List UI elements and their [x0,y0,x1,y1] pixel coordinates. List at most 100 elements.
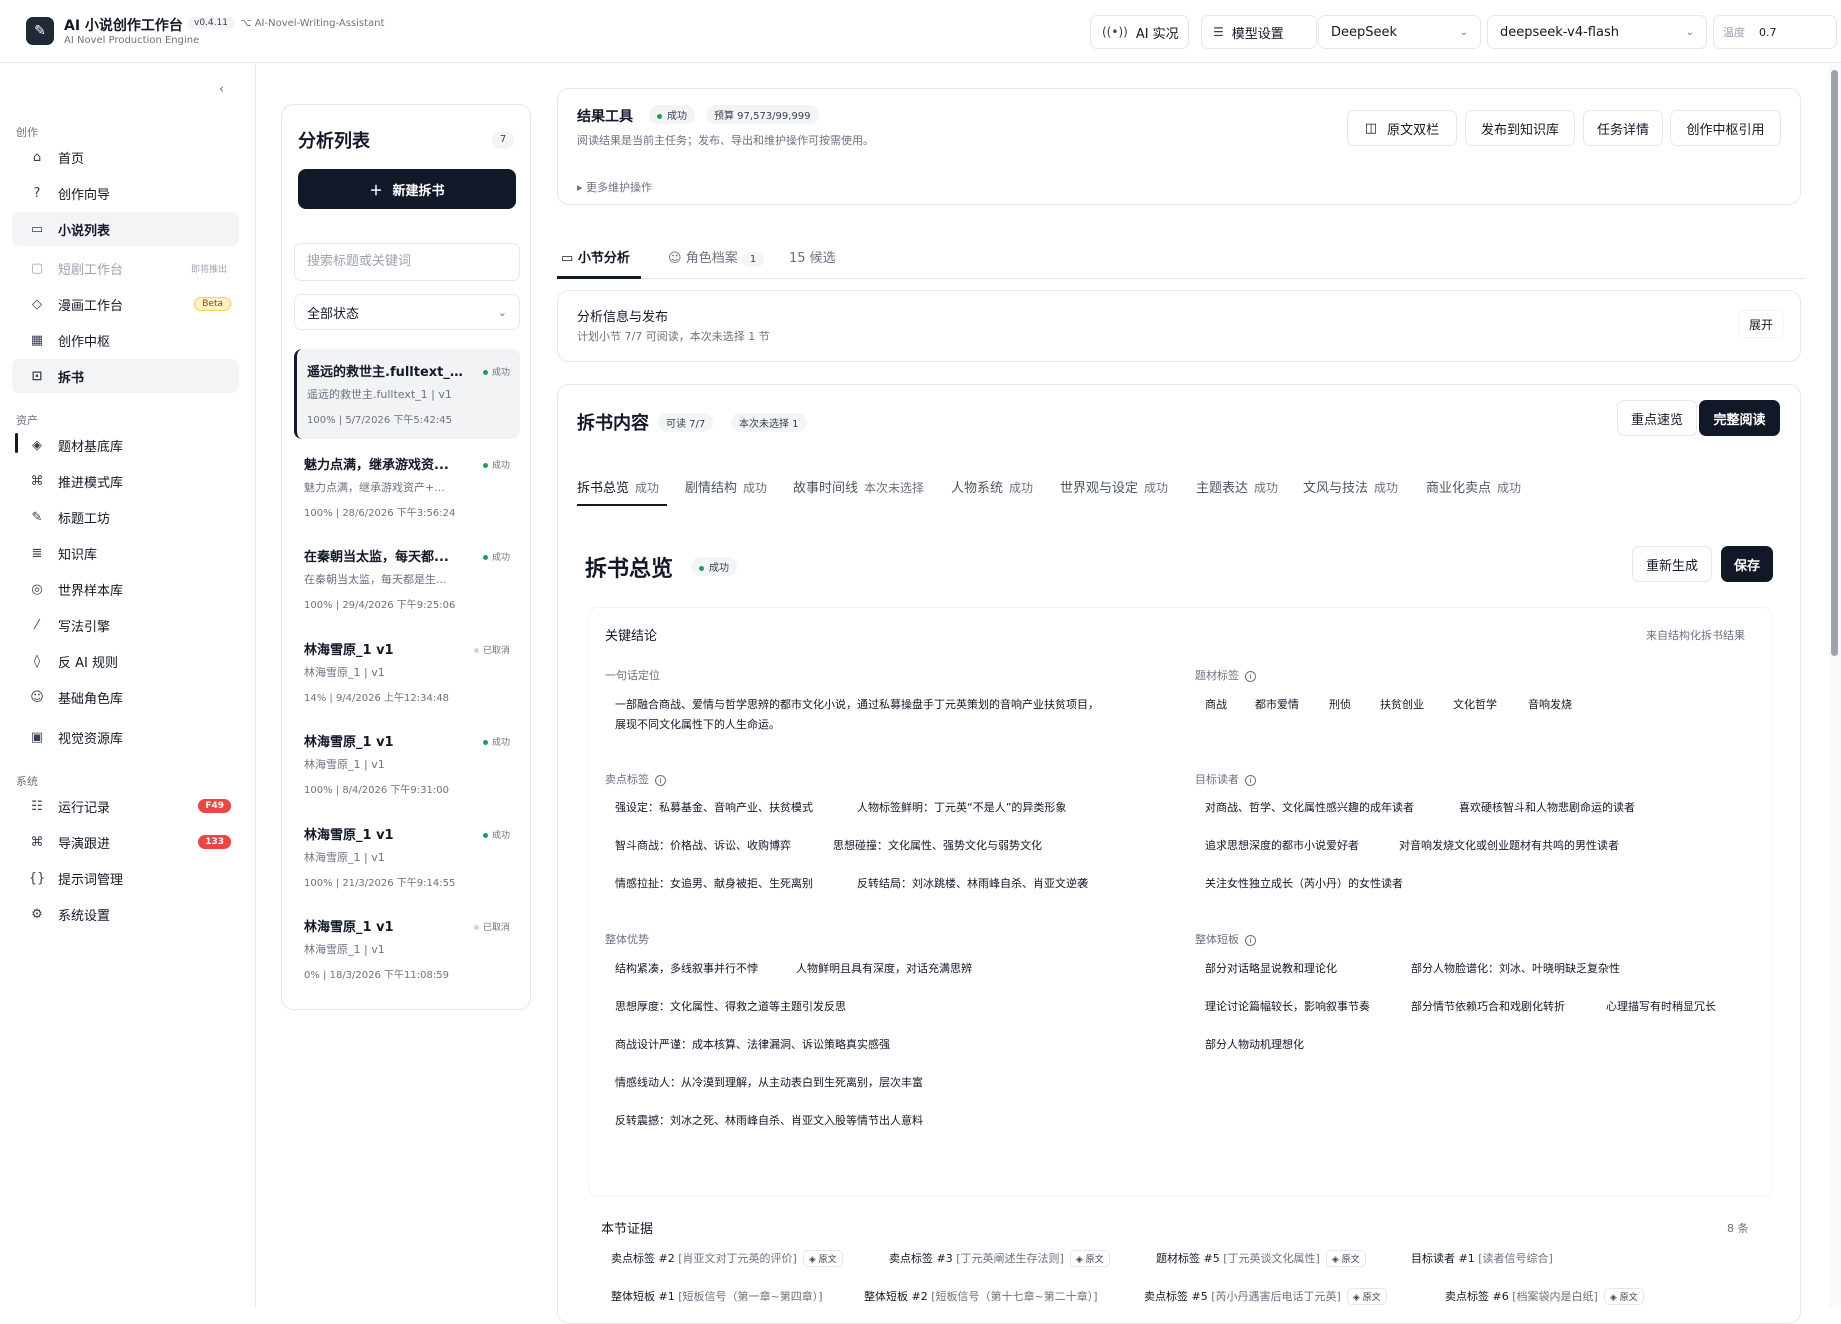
evidence-item[interactable]: 整体短板 #1 [短板信号（第一章~第四章）] [611,1288,823,1304]
list-item[interactable]: 遥远的救世主.fulltext_1... 成功 遥远的救世主.fulltext_… [294,349,520,439]
task-details-button[interactable]: 任务详情 [1583,110,1663,146]
tab-section-analysis[interactable]: ▭ 小节分析 [561,247,630,266]
scrollbar-thumb[interactable] [1831,70,1838,656]
evidence-item[interactable]: 目标读者 #1 [读者信号综合] [1411,1250,1553,1266]
sidebar-item-title-workshop[interactable]: ✎ 标题工坊 [12,500,239,534]
info-icon[interactable]: i [1245,934,1256,946]
list-item[interactable]: 林海雪原_1 v1 成功 林海雪原_1 | v1 100% | 8/4/2026… [294,719,520,809]
sidebar-item-world-samples[interactable]: ◎ 世界样本库 [12,572,239,606]
info-icon[interactable]: i [1245,670,1256,682]
genre-tag: 音响发烧 [1528,698,1572,711]
sidebar-item-book-analysis[interactable]: ⊡ 拆书 [12,359,239,393]
evidence-count: 8 条 [1727,1222,1749,1235]
evidence-item[interactable]: 卖点标签 #5 [芮小丹遇害后电话丁元英] ◈ 原文 [1144,1288,1387,1305]
sidebar-item-run-logs[interactable]: ☷ 运行记录 F49 [12,789,239,823]
evidence-item[interactable]: 整体短板 #2 [短板信号（第十七章~第二十章）] [864,1288,1098,1304]
evidence-item[interactable]: 卖点标签 #3 [丁元英阐述生存法则] ◈ 原文 [889,1250,1110,1267]
regenerate-button[interactable]: 重新生成 [1632,546,1712,582]
sidebar-item-label: 标题工坊 [58,511,111,527]
evidence-item[interactable]: 卖点标签 #2 [肖亚文对丁元英的评价] ◈ 原文 [611,1250,843,1267]
analysis-list-title: 分析列表 [298,131,370,152]
model-settings-button[interactable]: ☰ 模型设置 [1201,15,1317,49]
plus-icon: ＋ [369,183,383,199]
weakness-tag: 心理描写有时稍显冗长 [1606,1000,1716,1013]
sidebar-item-comic[interactable]: ◇ 漫画工作台 Beta [12,287,239,321]
sidebar-item-novel-list[interactable]: ▭ 小说列表 [12,212,239,246]
status-badge: 已取消 [473,643,510,656]
list-item[interactable]: 林海雪原_1 v1 已取消 林海雪原_1 | v1 0% | 18/3/2026… [294,904,520,994]
monitor-play-icon: ▢ [30,260,44,276]
sidebar-item-home[interactable]: ⌂ 首页 [12,140,239,174]
budget-badge: 预算 97,573/99,999 [706,105,819,124]
sidebar-item-writing-engine[interactable]: ⁄ 写法引擎 [12,608,239,642]
new-analysis-button[interactable]: ＋ 新建拆书 [298,169,516,209]
item-meta: 100% | 8/4/2026 下午9:31:00 [304,785,449,796]
sidebar-item-progress-mode[interactable]: ⌘ 推进模式库 [12,464,239,498]
collapse-sidebar-icon[interactable]: ‹ [219,82,224,97]
list-item[interactable]: 林海雪原_1 v1 已取消 林海雪原_1 | v1 14% | 9/4/2026… [294,627,520,717]
info-icon[interactable]: i [655,774,666,786]
evidence-quote: [芮小丹遇害后电话丁元英] [1211,1290,1341,1303]
evidence-quote: [读者信号综合] [1478,1252,1553,1265]
subtab-plot-structure[interactable]: 剧情结构 成功 [685,477,767,496]
source-link[interactable]: ◈ 原文 [1346,1288,1387,1305]
ai-live-button[interactable]: ((•)) AI 实况 [1090,15,1189,49]
subtab-overview[interactable]: 拆书总览 成功 [577,477,659,496]
result-tabs: ▭ 小节分析 ☺ 角色档案 1 15 候选 [557,237,1805,279]
analysis-search-input[interactable]: 搜索标题或关键词 [294,243,520,281]
sidebar-item-knowledge[interactable]: ≣ 知识库 [12,536,239,570]
evidence-item[interactable]: 题材标签 #5 [丁元英谈文化属性] ◈ 原文 [1156,1250,1366,1267]
sidebar-item-genre-base[interactable]: ◈ 题材基底库 [12,428,239,462]
evidence-name: 题材标签 #5 [1156,1252,1220,1265]
sidebar-item-characters[interactable]: ☺ 基础角色库 [12,680,239,714]
quick-view-button[interactable]: 重点速览 [1617,400,1697,436]
repo-link[interactable]: ⌥ AI-Novel-Writing-Assistant [240,18,384,29]
source-link[interactable]: ◈ 原文 [802,1250,843,1267]
evidence-name: 整体短板 #2 [864,1290,928,1303]
sidebar-item-short-drama[interactable]: ▢ 短剧工作台 即将推出 [12,251,239,285]
info-icon[interactable]: i [1245,774,1256,786]
more-maintenance-toggle[interactable]: ▸ 更多维护操作 [577,179,652,195]
sidebar-item-settings[interactable]: ⚙ 系统设置 [12,897,239,931]
ai-live-label: AI 实况 [1135,26,1179,42]
sidebar-item-director[interactable]: ⌘ 导演跟进 133 [12,825,239,859]
temperature-value: 0.7 [1759,25,1777,39]
item-meta: 14% | 9/4/2026 上午12:34:48 [304,693,449,704]
provider-select[interactable]: DeepSeek ⌄ [1318,15,1481,49]
image-icon: ▣ [30,729,44,745]
temperature-field[interactable]: 温度 0.7 [1713,15,1837,49]
sidebar-item-label: 创作中枢 [58,334,111,350]
sidebar-item-anti-ai[interactable]: ◊ 反 AI 规则 [12,644,239,678]
subtab-commercial[interactable]: 商业化卖点 成功 [1426,477,1521,496]
tab-character-profile[interactable]: ☺ 角色档案 1 [668,247,765,267]
status-filter-select[interactable]: 全部状态 ⌄ [294,294,520,330]
publish-knowledge-button[interactable]: 发布到知识库 [1465,110,1575,146]
subtab-characters[interactable]: 人物系统 成功 [951,477,1033,496]
one-line-label: 一句话定位 [605,669,660,682]
sidebar-item-hub[interactable]: ▦ 创作中枢 [12,323,239,357]
hub-reference-button[interactable]: 创作中枢引用 [1670,110,1781,146]
save-button[interactable]: 保存 [1721,546,1773,582]
expand-button[interactable]: 展开 [1738,310,1784,338]
sidebar-item-wizard[interactable]: ? 创作向导 [12,176,239,210]
weakness-tag: 部分人物动机理想化 [1205,1038,1304,1051]
source-link[interactable]: ◈ 原文 [1069,1250,1110,1267]
page-scrollbar[interactable] [1829,64,1841,1307]
full-read-button[interactable]: 完整阅读 [1699,400,1780,436]
subtab-worldview[interactable]: 世界观与设定 成功 [1060,477,1168,496]
subtab-timeline[interactable]: 故事时间线 本次未选择 [793,477,924,496]
evidence-item[interactable]: 卖点标签 #6 [档案袋内是白纸] ◈ 原文 [1445,1288,1644,1305]
list-item[interactable]: 魅力点满，继承游戏资... 成功 魅力点满，继承游戏资产+... 100% | … [294,442,520,532]
sidebar-item-visual-assets[interactable]: ▣ 视觉资源库 [12,720,239,754]
model-select[interactable]: deepseek-v4-flash ⌄ [1487,15,1707,49]
list-item[interactable]: 在秦朝当太监，每天都... 成功 在秦朝当太监，每天都是生... 100% | … [294,534,520,624]
subtab-style[interactable]: 文风与技法 成功 [1303,477,1398,496]
subtab-theme[interactable]: 主题表达 成功 [1196,477,1278,496]
source-link[interactable]: ◈ 原文 [1325,1250,1366,1267]
sidebar-item-prompts[interactable]: {} 提示词管理 [12,861,239,895]
side-by-side-button[interactable]: ◫ 原文双栏 [1347,110,1457,146]
list-item[interactable]: 林海雪原_1 v1 成功 林海雪原_1 | v1 100% | 21/3/202… [294,812,520,902]
status-dot [699,565,704,571]
source-link[interactable]: ◈ 原文 [1603,1288,1644,1305]
analysis-count-badge: 7 [492,131,514,149]
